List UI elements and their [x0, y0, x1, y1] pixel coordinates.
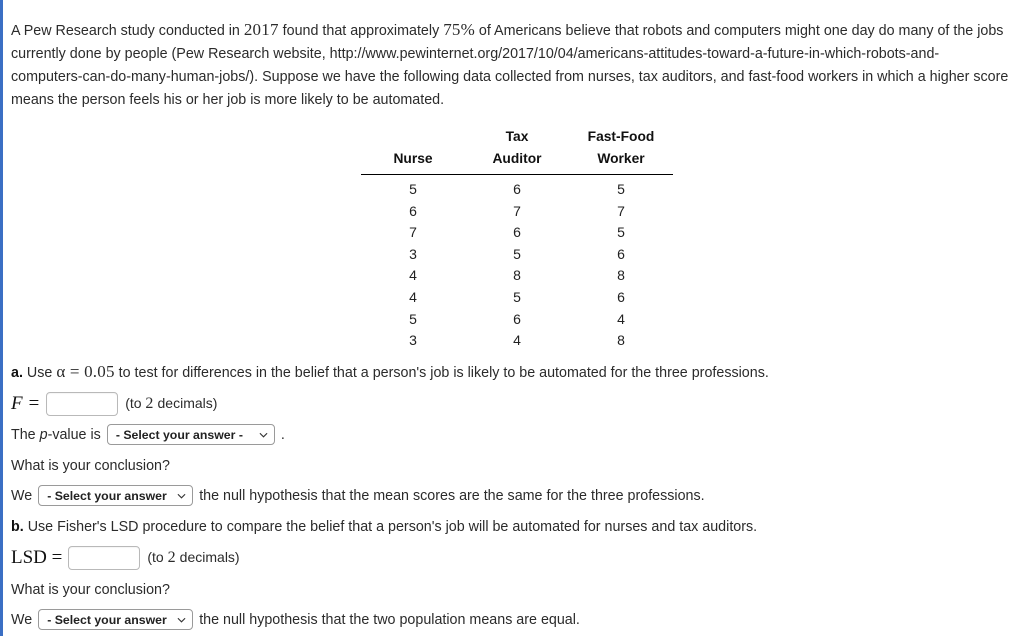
table-cell: 6 [513, 224, 521, 241]
intro-paragraph: A Pew Research study conducted in 2017 f… [11, 18, 1010, 112]
table-cell: 8 [617, 267, 625, 284]
part-b-conclusion-row: We - Select your answer - the null hypot… [11, 608, 1010, 631]
column-header-tax-auditor: Tax Auditor [465, 126, 569, 175]
table-cell: 5 [513, 288, 521, 305]
f-hint-decimals: 2 [145, 395, 154, 413]
table-cell: 6 [617, 245, 625, 262]
part-b-conclusion-select[interactable]: - Select your answer - [38, 608, 194, 630]
p-value-mid-text: -value is [47, 426, 101, 443]
part-a-conclusion-prefix: We [11, 487, 33, 504]
lsd-hint-post: decimals) [175, 549, 240, 566]
part-b-prompt: b. Use Fisher's LSD procedure to compare… [11, 516, 1010, 538]
p-value-prefix: The p-value is [11, 424, 101, 446]
part-a-label: a. [11, 364, 23, 381]
table-cell: 6 [617, 288, 625, 305]
table-cell: 5 [513, 245, 521, 262]
part-a-conclusion-question: What is your conclusion? [11, 457, 170, 474]
table-header-row: Nurse Tax Auditor Fast-Food Worker [361, 126, 673, 175]
column-header-tax-auditor-line2: Auditor [492, 151, 542, 166]
table-cell: 6 [409, 202, 417, 219]
lsd-row: LSD = (to 2 decimals) [11, 545, 1010, 570]
table-row: 7 6 5 [361, 222, 673, 244]
table-row: 5 6 5 [361, 175, 673, 201]
table-row: 3 5 6 [361, 244, 673, 266]
column-header-nurse: Nurse [361, 126, 465, 175]
part-a-conclusion-suffix: the null hypothesis that the mean scores… [199, 487, 705, 504]
table-body: 5 6 5 6 7 7 7 6 5 3 5 6 4 8 8 4 5 6 5 6 … [361, 175, 673, 352]
exercise-page: A Pew Research study conducted in 2017 f… [0, 0, 1024, 636]
part-a-conclusion-select[interactable]: - Select your answer - [38, 484, 194, 506]
f-hint-pre: (to [125, 395, 146, 412]
part-b-conclusion-question: What is your conclusion? [11, 581, 170, 598]
lsd-input[interactable] [68, 545, 141, 570]
table-cell: 4 [409, 267, 417, 284]
column-header-tax-auditor-line1: Tax [505, 129, 529, 144]
intro-year-value: 2017 [243, 20, 279, 39]
column-header-fast-food-worker-line2: Worker [597, 151, 645, 166]
f-statistic-hint: (to 2 decimals) [125, 392, 217, 415]
f-statistic-input[interactable] [46, 391, 119, 416]
intro-percent-value: 75% [443, 20, 475, 39]
column-header-fast-food-worker-line1: Fast-Food [587, 129, 655, 144]
p-value-select[interactable]: - Select your answer - [106, 423, 275, 445]
exercise-content: A Pew Research study conducted in 2017 f… [3, 0, 1024, 631]
part-a-conclusion-row: We - Select your answer - the null hypot… [11, 484, 1010, 507]
p-value-italic-p: p [39, 426, 48, 443]
part-a-prompt: a. Use α = 0.05 to test for differences … [11, 361, 1010, 384]
table-cell: 7 [513, 202, 521, 219]
p-value-period: . [280, 426, 285, 443]
part-a-prompt-post: to test for differences in the belief th… [114, 364, 769, 381]
p-value-row: The p-value is - Select your answer - . [11, 423, 1010, 446]
p-value-select-wrapper: - Select your answer - [106, 423, 275, 446]
intro-text-part2: found that approximately [278, 23, 444, 39]
part-b-conclusion-suffix: the null hypothesis that the two populat… [199, 611, 580, 628]
table-row: 4 8 8 [361, 265, 673, 287]
table-cell: 4 [409, 288, 417, 305]
lsd-label: LSD = [11, 546, 63, 568]
table-cell: 5 [409, 310, 417, 327]
table-cell: 6 [513, 310, 521, 327]
part-a-conclusion-select-wrapper: - Select your answer - [38, 484, 194, 507]
table-row: 6 7 7 [361, 201, 673, 223]
part-b-label: b. [11, 518, 24, 535]
part-b-prompt-text: Use Fisher's LSD procedure to compare th… [23, 518, 758, 535]
table-cell: 4 [617, 310, 625, 327]
table-cell: 3 [409, 332, 417, 349]
lsd-hint-pre: (to [147, 549, 168, 566]
lsd-hint-decimals: 2 [167, 549, 176, 567]
part-a-alpha-value: α = 0.05 [56, 361, 115, 381]
f-statistic-label: F = [11, 392, 41, 414]
table-cell: 7 [409, 224, 417, 241]
table-row: 5 6 4 [361, 309, 673, 331]
automation-scores-table: Nurse Tax Auditor Fast-Food Worker 5 6 5… [361, 126, 673, 352]
lsd-hint: (to 2 decimals) [147, 546, 239, 569]
table-cell: 8 [617, 332, 625, 349]
p-value-pre-text: The [11, 426, 40, 443]
table-cell: 4 [513, 332, 521, 349]
part-b-conclusion-prefix: We [11, 611, 33, 628]
f-hint-post: decimals) [153, 395, 218, 412]
table-cell: 5 [617, 181, 625, 197]
intro-text-part1: A Pew Research study conducted in [11, 23, 244, 39]
table-cell: 5 [409, 181, 417, 197]
table-cell: 5 [617, 224, 625, 241]
column-header-nurse-line2: Nurse [393, 151, 433, 166]
part-b-conclusion-select-wrapper: - Select your answer - [38, 608, 194, 631]
part-a-prompt-pre: Use [22, 364, 57, 381]
table-head: Nurse Tax Auditor Fast-Food Worker [361, 126, 673, 175]
f-statistic-row: F = (to 2 decimals) [11, 391, 1010, 416]
table-cell: 3 [409, 245, 417, 262]
table-row: 3 4 8 [361, 330, 673, 352]
data-table-container: Nurse Tax Auditor Fast-Food Worker 5 6 5… [11, 126, 1010, 352]
column-header-fast-food-worker: Fast-Food Worker [569, 126, 673, 175]
table-cell: 6 [513, 181, 521, 197]
table-cell: 8 [513, 267, 521, 284]
table-cell: 7 [617, 202, 625, 219]
table-row: 4 5 6 [361, 287, 673, 309]
